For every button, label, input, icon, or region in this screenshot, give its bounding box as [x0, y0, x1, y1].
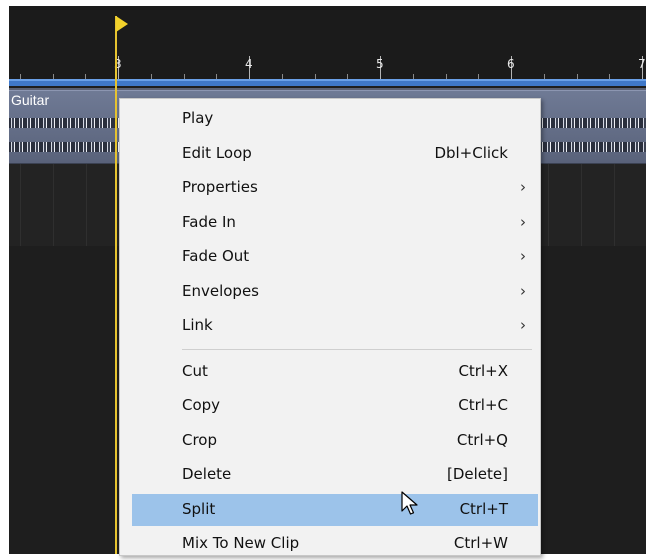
menu-item-envelopes[interactable]: Envelopes ›	[132, 276, 538, 308]
clip-context-menu: Play Edit Loop Dbl+Click Properties › Fade In…	[119, 98, 541, 556]
menu-item-shortcut: Ctrl+C	[458, 396, 508, 414]
playhead-flag-icon[interactable]	[116, 16, 128, 32]
menu-item-link[interactable]: Link ›	[132, 310, 538, 342]
menu-item-label: Play	[182, 109, 214, 127]
menu-item-shortcut: Ctrl+T	[459, 500, 508, 518]
menu-item-shortcut: Ctrl+W	[453, 534, 508, 552]
playhead-line[interactable]	[115, 16, 117, 554]
menu-item-properties[interactable]: Properties ›	[132, 172, 538, 204]
ruler-number: 4	[245, 57, 253, 71]
menu-item-edit-loop[interactable]: Edit Loop Dbl+Click	[132, 138, 538, 170]
ruler-number: 7	[638, 57, 646, 71]
lane-grid-line	[581, 164, 582, 246]
menu-item-crop[interactable]: Crop Ctrl+Q	[132, 425, 538, 457]
submenu-arrow-icon: ›	[520, 282, 526, 300]
submenu-arrow-icon: ›	[520, 316, 526, 334]
menu-item-label: Fade Out	[182, 247, 250, 265]
menu-item-label: Edit Loop	[182, 144, 252, 162]
submenu-arrow-icon: ›	[520, 178, 526, 196]
timeline-ruler[interactable]: 34567	[9, 6, 646, 84]
submenu-arrow-icon: ›	[520, 213, 526, 231]
ruler-number: 5	[376, 57, 384, 71]
menu-item-label: Crop	[182, 431, 218, 449]
menu-separator	[182, 349, 532, 350]
ruler-number: 6	[507, 57, 515, 71]
menu-item-label: Copy	[182, 396, 221, 414]
menu-item-shortcut: Ctrl+X	[458, 362, 508, 380]
menu-item-label: Link	[182, 316, 213, 334]
lane-grid-line	[548, 164, 549, 246]
menu-item-split[interactable]: Split Ctrl+T	[132, 494, 538, 526]
menu-item-label: Cut	[182, 362, 208, 380]
menu-item-cut[interactable]: Cut Ctrl+X	[132, 356, 538, 388]
menu-item-fade-in[interactable]: Fade In ›	[132, 207, 538, 239]
menu-item-play[interactable]: Play	[132, 103, 538, 135]
menu-item-shortcut: Ctrl+Q	[456, 431, 508, 449]
menu-item-mix-to-new-clip[interactable]: Mix To New Clip Ctrl+W	[132, 528, 538, 560]
menu-item-label: Split	[182, 500, 216, 518]
menu-item-label: Delete	[182, 465, 232, 483]
lane-grid-line	[614, 164, 615, 246]
menu-item-fade-out[interactable]: Fade Out ›	[132, 241, 538, 273]
menu-item-label: Fade In	[182, 213, 236, 231]
lane-grid-line	[86, 164, 87, 246]
lane-grid-line	[20, 164, 21, 246]
clip-name: Guitar	[11, 92, 50, 108]
mouse-cursor-icon	[401, 491, 418, 515]
menu-item-label: Envelopes	[182, 282, 259, 300]
menu-item-shortcut: [Delete]	[447, 465, 508, 483]
menu-item-delete[interactable]: Delete [Delete]	[132, 459, 538, 491]
menu-item-shortcut: Dbl+Click	[434, 144, 508, 162]
loop-region-highlight	[9, 79, 646, 81]
menu-item-label: Properties	[182, 178, 258, 196]
lane-grid-line	[53, 164, 54, 246]
menu-item-label: Mix To New Clip	[182, 534, 300, 552]
submenu-arrow-icon: ›	[520, 247, 526, 265]
menu-item-copy[interactable]: Copy Ctrl+C	[132, 390, 538, 422]
